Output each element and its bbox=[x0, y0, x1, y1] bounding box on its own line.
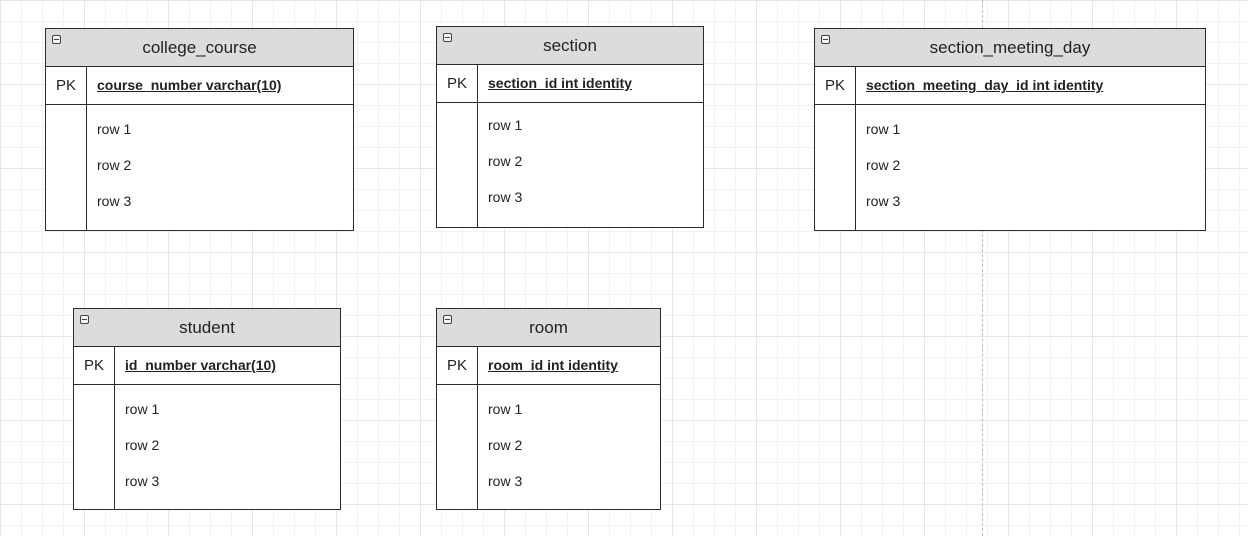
table-row[interactable]: row 2 bbox=[478, 143, 522, 179]
table-row[interactable]: row 1 bbox=[478, 107, 522, 143]
table-student[interactable]: student PK id_number varchar(10) row 1 r… bbox=[73, 308, 341, 510]
rows-gutter bbox=[437, 103, 478, 227]
primary-key-row[interactable]: PK room_id int identity bbox=[437, 347, 660, 385]
table-name: section_meeting_day bbox=[929, 38, 1091, 57]
pk-field[interactable]: section_meeting_day_id int identity bbox=[856, 67, 1103, 104]
table-college-course[interactable]: college_course PK course_number varchar(… bbox=[45, 28, 354, 231]
primary-key-row[interactable]: PK section_meeting_day_id int identity bbox=[815, 67, 1205, 105]
table-row[interactable]: row 3 bbox=[856, 183, 900, 219]
table-row[interactable]: row 1 bbox=[478, 391, 522, 427]
table-row[interactable]: row 3 bbox=[478, 463, 522, 499]
table-header[interactable]: college_course bbox=[46, 29, 353, 67]
table-row[interactable]: row 3 bbox=[87, 183, 131, 219]
table-row[interactable]: row 3 bbox=[115, 463, 159, 499]
table-room[interactable]: room PK room_id int identity row 1 row 2… bbox=[436, 308, 661, 510]
pk-label: PK bbox=[74, 347, 115, 384]
primary-key-row[interactable]: PK course_number varchar(10) bbox=[46, 67, 353, 105]
table-header[interactable]: section bbox=[437, 27, 703, 65]
rows-gutter bbox=[46, 105, 87, 230]
table-name: student bbox=[179, 318, 235, 337]
rows-gutter bbox=[74, 385, 115, 509]
rows-gutter bbox=[815, 105, 856, 230]
table-header[interactable]: section_meeting_day bbox=[815, 29, 1205, 67]
primary-key-row[interactable]: PK id_number varchar(10) bbox=[74, 347, 340, 385]
table-row[interactable]: row 2 bbox=[478, 427, 522, 463]
pk-field[interactable]: course_number varchar(10) bbox=[87, 67, 281, 104]
pk-label: PK bbox=[46, 67, 87, 104]
table-section-meeting-day[interactable]: section_meeting_day PK section_meeting_d… bbox=[814, 28, 1206, 231]
pk-field[interactable]: room_id int identity bbox=[478, 347, 618, 384]
pk-field[interactable]: section_id int identity bbox=[478, 65, 632, 102]
table-row[interactable]: row 2 bbox=[856, 147, 900, 183]
table-name: room bbox=[529, 318, 568, 337]
table-row[interactable]: row 2 bbox=[87, 147, 131, 183]
table-row[interactable]: row 1 bbox=[856, 111, 900, 147]
rows-gutter bbox=[437, 385, 478, 509]
pk-field[interactable]: id_number varchar(10) bbox=[115, 347, 276, 384]
table-row[interactable]: row 3 bbox=[478, 179, 522, 215]
primary-key-row[interactable]: PK section_id int identity bbox=[437, 65, 703, 103]
table-name: college_course bbox=[142, 38, 257, 57]
pk-label: PK bbox=[815, 67, 856, 104]
table-row[interactable]: row 1 bbox=[115, 391, 159, 427]
pk-label: PK bbox=[437, 65, 478, 102]
table-name: section bbox=[543, 36, 597, 55]
table-row[interactable]: row 2 bbox=[115, 427, 159, 463]
pk-label: PK bbox=[437, 347, 478, 384]
table-header[interactable]: student bbox=[74, 309, 340, 347]
table-section[interactable]: section PK section_id int identity row 1… bbox=[436, 26, 704, 228]
table-header[interactable]: room bbox=[437, 309, 660, 347]
table-row[interactable]: row 1 bbox=[87, 111, 131, 147]
